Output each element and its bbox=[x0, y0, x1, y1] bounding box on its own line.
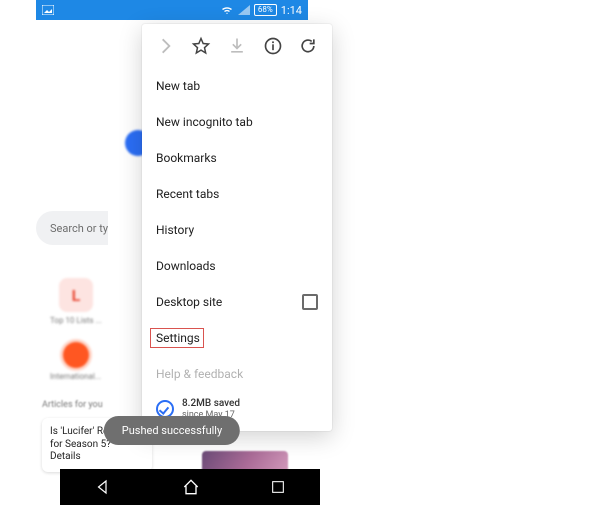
reload-icon[interactable] bbox=[297, 35, 319, 57]
signal-icon bbox=[238, 5, 250, 15]
menu-item-desktop-site[interactable]: Desktop site bbox=[142, 284, 332, 320]
image-icon bbox=[42, 5, 54, 15]
battery-indicator: 68% bbox=[254, 4, 277, 16]
android-nav-bar bbox=[60, 469, 320, 505]
search-placeholder: Search or ty bbox=[50, 222, 108, 235]
home-button[interactable] bbox=[181, 477, 201, 497]
menu-item-new-incognito[interactable]: New incognito tab bbox=[142, 104, 332, 140]
menu-item-new-tab[interactable]: New tab bbox=[142, 68, 332, 104]
menu-item-bookmarks[interactable]: Bookmarks bbox=[142, 140, 332, 176]
info-icon[interactable] bbox=[262, 35, 284, 57]
menu-item-history[interactable]: History bbox=[142, 212, 332, 248]
recents-button[interactable] bbox=[270, 479, 286, 495]
suggested-site-tile[interactable]: International... bbox=[50, 338, 101, 381]
site-label: International... bbox=[50, 372, 101, 381]
battery-percent: 68% bbox=[258, 5, 273, 15]
site-icon: L bbox=[59, 278, 93, 312]
menu-item-downloads[interactable]: Downloads bbox=[142, 248, 332, 284]
phone-frame: 68% 1:14 Search or ty L Top 10 Lists ...… bbox=[36, 0, 308, 505]
download-icon[interactable] bbox=[226, 35, 248, 57]
site-label: Top 10 Lists ... bbox=[50, 316, 102, 325]
menu-item-settings[interactable]: Settings bbox=[142, 320, 332, 356]
menu-item-help-feedback[interactable]: Help & feedback bbox=[142, 356, 332, 392]
articles-header: Articles for you bbox=[42, 400, 103, 410]
status-bar: 68% 1:14 bbox=[36, 0, 308, 20]
toast-message: Pushed successfully bbox=[104, 416, 240, 445]
overflow-menu: New tab New incognito tab Bookmarks Rece… bbox=[142, 24, 332, 431]
menu-icon-row bbox=[142, 24, 332, 68]
search-input[interactable]: Search or ty bbox=[36, 211, 108, 245]
forward-icon[interactable] bbox=[155, 35, 177, 57]
clock: 1:14 bbox=[281, 4, 302, 17]
desktop-site-checkbox[interactable] bbox=[302, 294, 318, 310]
bookmark-star-icon[interactable] bbox=[190, 35, 212, 57]
back-button[interactable] bbox=[94, 478, 112, 496]
wifi-icon bbox=[220, 5, 234, 15]
suggested-site-tile[interactable]: L Top 10 Lists ... bbox=[50, 278, 102, 325]
site-icon bbox=[63, 342, 89, 368]
menu-item-recent-tabs[interactable]: Recent tabs bbox=[142, 176, 332, 212]
